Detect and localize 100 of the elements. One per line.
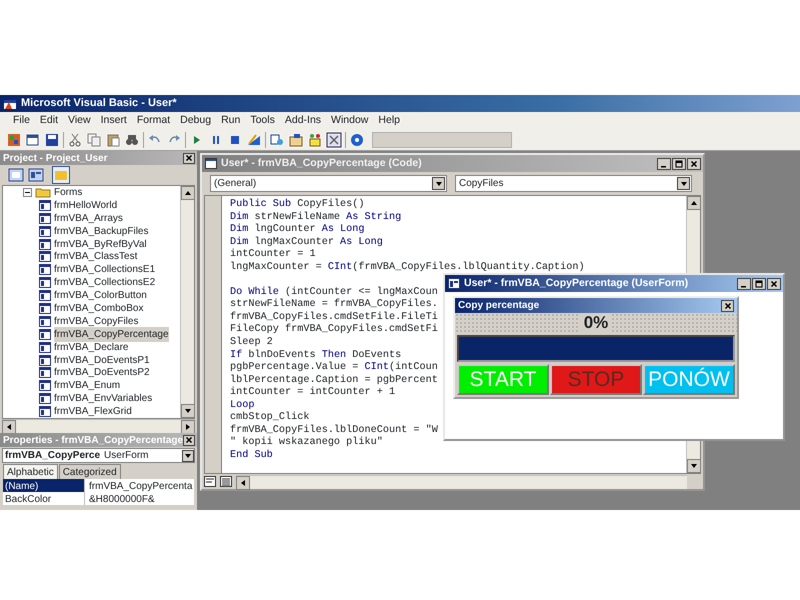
dropdown-button[interactable]	[432, 177, 445, 190]
menu-item[interactable]: File	[8, 112, 35, 128]
tree-item[interactable]: frmVBA_CollectionsE1	[54, 262, 156, 278]
object-dropdown[interactable]: (General)	[214, 176, 256, 191]
object-type: UserForm	[104, 449, 148, 463]
tree-item[interactable]: frmVBA_Arrays	[54, 210, 123, 226]
menu-item[interactable]: Edit	[34, 112, 64, 128]
code-line: Dim lngCounter As Long	[230, 224, 365, 236]
property-name[interactable]: BackColor	[3, 492, 85, 505]
procedure-view-icon[interactable]	[204, 476, 216, 487]
tree-item[interactable]: frmVBA_BackupFiles	[54, 224, 148, 239]
form-icon[interactable]	[25, 132, 41, 148]
form-icon	[39, 354, 51, 366]
close-icon[interactable]	[770, 280, 778, 288]
menu-item[interactable]: Help	[373, 112, 406, 128]
property-name[interactable]: (Name)	[3, 479, 85, 492]
property-value[interactable]: frmVBA_CopyPercenta	[85, 479, 192, 492]
down-arrow-icon[interactable]	[690, 462, 698, 470]
up-arrow-icon[interactable]	[184, 189, 192, 197]
vb-logo-icon	[3, 98, 17, 110]
tree-item[interactable]: frmVBA_CopyFiles	[54, 314, 138, 329]
maximize-icon[interactable]	[755, 280, 763, 288]
paste-icon[interactable]	[105, 132, 121, 148]
design-mode-icon[interactable]	[246, 132, 262, 148]
object-browser-icon[interactable]	[307, 132, 323, 148]
scroll-up-button[interactable]	[687, 196, 701, 210]
tree-item[interactable]: frmVBA_FlexGrid	[54, 404, 132, 418]
left-arrow-icon[interactable]	[239, 478, 247, 486]
collapse-icon[interactable]	[23, 188, 32, 197]
toggle-folders-icon[interactable]	[52, 166, 70, 184]
tree-item[interactable]: frmVBA_EnvVariables	[54, 391, 152, 406]
toolbar-field[interactable]	[372, 132, 512, 148]
tree-item[interactable]: frmVBA_Declare	[54, 340, 128, 355]
tree-item[interactable]: frmVBA_DoEventsP1	[54, 352, 150, 368]
toolbox-icon[interactable]	[326, 132, 342, 148]
close-button[interactable]	[687, 158, 701, 170]
scroll-up-button[interactable]	[181, 186, 195, 200]
form-icon	[39, 367, 51, 378]
menu-item[interactable]: Format	[132, 112, 176, 128]
menu-item[interactable]: Window	[326, 112, 374, 128]
tab[interactable]: Categorized	[58, 464, 121, 479]
scroll-left-button[interactable]	[236, 476, 250, 490]
project-explorer-icon[interactable]	[269, 132, 285, 148]
tab[interactable]: Alphabetic	[3, 464, 58, 479]
menu-item[interactable]: Run	[216, 112, 246, 128]
up-arrow-icon[interactable]	[690, 199, 698, 207]
property-value[interactable]: &H8000000F&	[85, 492, 155, 505]
menu-item[interactable]: Add-Ins	[280, 112, 326, 128]
scroll-right-button[interactable]	[181, 420, 195, 434]
tree-item[interactable]: Forms	[54, 186, 82, 200]
code-line: Dim lngMaxCounter As Long	[230, 236, 383, 248]
help-icon[interactable]	[349, 132, 365, 148]
close-icon[interactable]	[690, 160, 698, 168]
menu-item[interactable]: Tools	[245, 112, 280, 128]
tree-item[interactable]: frmVBA_DoEventsP2	[54, 365, 150, 380]
form-icon	[39, 251, 51, 262]
scroll-down-button[interactable]	[181, 404, 195, 418]
tree-item[interactable]: frmVBA_CopyPercentage	[54, 326, 169, 342]
form-icon	[39, 226, 51, 237]
form-icon	[39, 302, 51, 314]
left-arrow-icon[interactable]	[5, 423, 13, 431]
save-icon[interactable]	[44, 132, 60, 148]
tree-item[interactable]: frmVBA_ComboBox	[54, 300, 144, 316]
maximize-icon[interactable]	[675, 160, 683, 168]
scroll-down-button[interactable]	[687, 459, 701, 473]
down-arrow-icon[interactable]	[680, 180, 688, 188]
form-icon	[39, 380, 51, 392]
copy-icon[interactable]	[86, 132, 102, 148]
menu-item[interactable]: View	[63, 112, 96, 128]
full-module-view-icon[interactable]	[220, 476, 232, 487]
tree-item[interactable]: frmVBA_Enum	[54, 378, 120, 394]
form-icon	[39, 342, 51, 353]
down-arrow-icon[interactable]	[434, 180, 442, 188]
code-line: intCounter = 1	[230, 249, 316, 262]
tree-item[interactable]: frmHelloWorld	[54, 198, 118, 213]
scroll-left-button[interactable]	[2, 420, 16, 434]
grid-icon[interactable]	[6, 132, 22, 148]
view-code-icon[interactable]	[8, 168, 24, 182]
dropdown-button[interactable]	[677, 177, 690, 190]
tree-item[interactable]: frmVBA_CollectionsE2	[54, 275, 156, 290]
menu-item[interactable]: Debug	[175, 112, 216, 128]
right-arrow-icon[interactable]	[184, 423, 192, 431]
minimize-button[interactable]	[657, 158, 671, 170]
tree-item[interactable]: frmVBA_ByRefByVal	[54, 236, 147, 252]
close-icon[interactable]	[724, 302, 732, 310]
maximize-button[interactable]	[752, 278, 766, 290]
code-line: strNewFileName = frmVBA_CopyFiles.	[230, 299, 438, 312]
tree-item[interactable]: frmVBA_ColorButton	[54, 288, 147, 304]
code-line: Public Sub CopyFiles()	[230, 199, 365, 212]
menu-item[interactable]: Insert	[96, 112, 132, 128]
down-arrow-icon[interactable]	[184, 407, 192, 415]
close-button[interactable]	[721, 300, 734, 312]
cut-icon[interactable]	[67, 132, 83, 148]
procedure-dropdown[interactable]: CopyFiles	[459, 176, 504, 191]
tree-item[interactable]: frmVBA_ClassTest	[54, 249, 138, 264]
close-button[interactable]	[767, 278, 781, 290]
view-object-icon[interactable]	[28, 168, 44, 182]
properties-icon[interactable]	[288, 132, 304, 148]
maximize-button[interactable]	[672, 158, 686, 170]
minimize-button[interactable]	[737, 278, 751, 290]
